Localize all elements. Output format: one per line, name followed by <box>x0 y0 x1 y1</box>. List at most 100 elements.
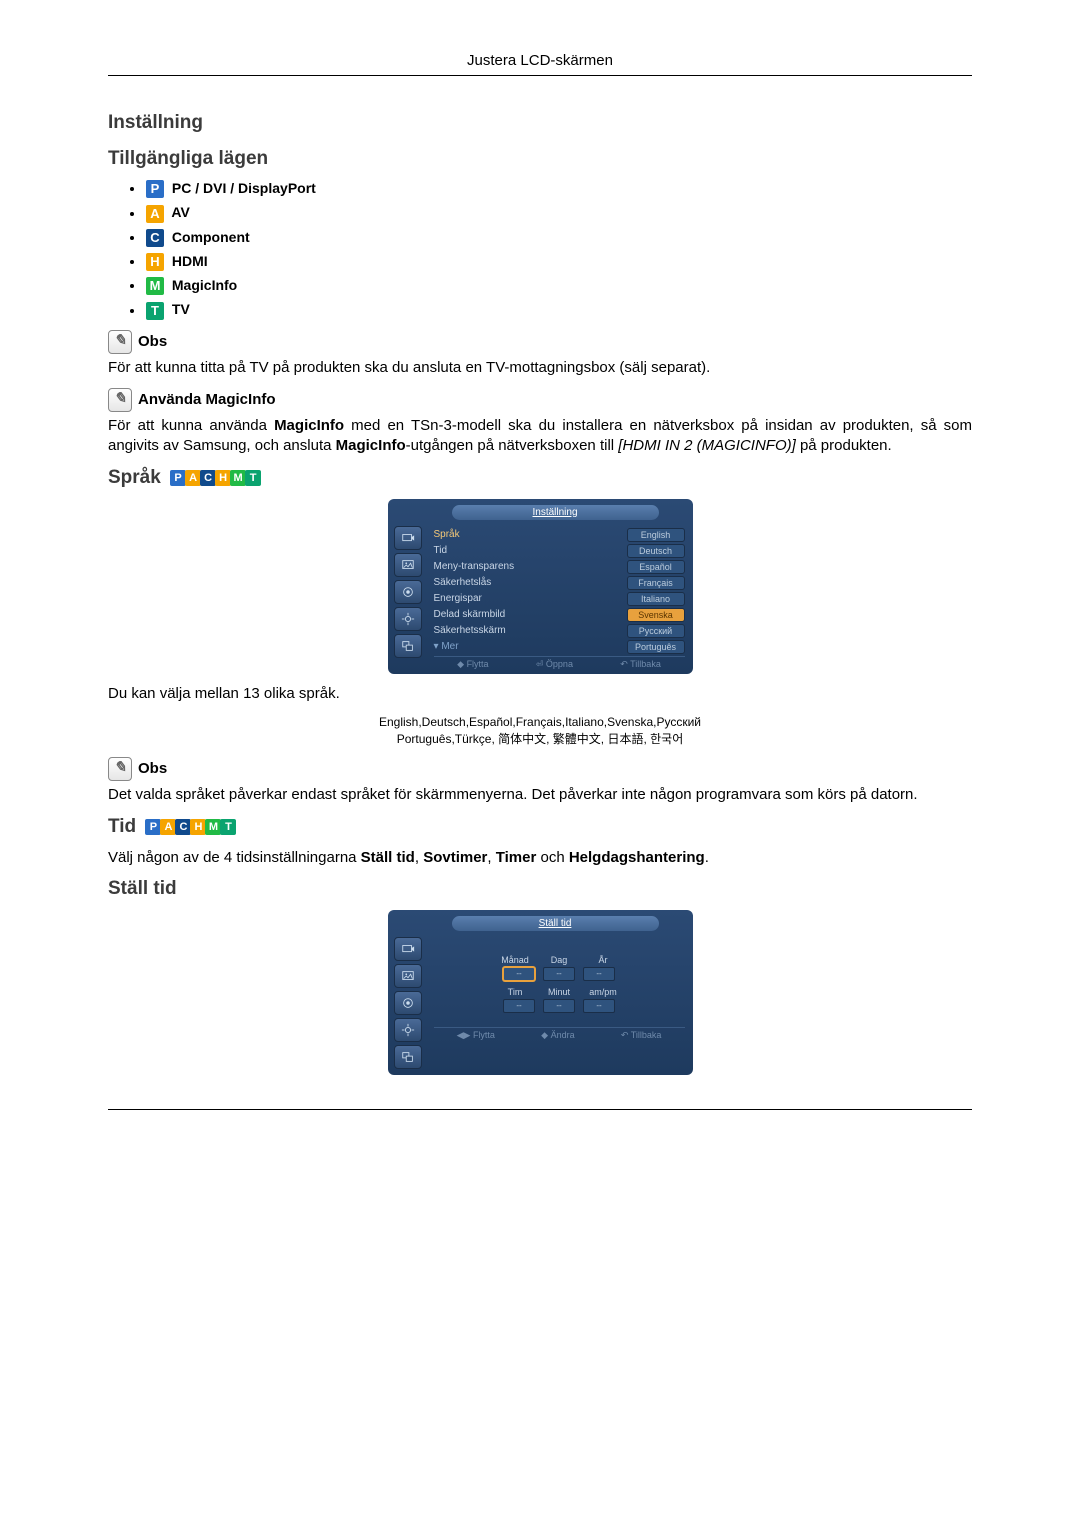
lang-option[interactable]: Português <box>627 640 685 654</box>
input-day[interactable]: -- <box>543 967 575 981</box>
mode-item-av: A AV <box>130 204 972 222</box>
c-icon: C <box>146 229 164 247</box>
label-ampm: am/pm <box>585 987 621 997</box>
label-minute: Minut <box>541 987 577 997</box>
magicinfo-label: Använda MagicInfo <box>138 391 276 408</box>
mode-item-pc: P PC / DVI / DisplayPort <box>130 180 972 198</box>
lang-option[interactable]: Deutsch <box>627 544 685 558</box>
section-tid: Tid PACHMT <box>108 816 972 838</box>
osd-footer: ◆ Flytta ⏎ Öppna ↶ Tillbaka <box>434 656 685 670</box>
m-icon: M <box>230 470 246 486</box>
magicinfo-body: För att kunna använda MagicInfo med en T… <box>108 416 972 457</box>
footer-open: ⏎ Öppna <box>536 659 573 670</box>
label-hour: Tim <box>497 987 533 997</box>
bullet-icon <box>130 260 134 264</box>
footer-rule <box>108 1109 972 1110</box>
lang-list: English,Deutsch,Español,Français,Italian… <box>108 714 972 748</box>
input-ampm[interactable]: -- <box>583 999 615 1013</box>
osd-menu: Språk English Tid Deutsch Meny-transparens… <box>428 524 689 670</box>
mode-label: MagicInfo <box>172 277 237 293</box>
osd-menu-item[interactable]: Delad skärmbild <box>434 609 506 620</box>
input-hour[interactable]: -- <box>503 999 535 1013</box>
obs-label: Obs <box>138 333 167 350</box>
c-icon: C <box>175 819 191 835</box>
mode-label: AV <box>171 204 189 220</box>
note-icon: ✎ <box>108 388 132 412</box>
lang-option[interactable]: Español <box>627 560 685 574</box>
bullet-icon <box>130 236 134 240</box>
label-month: Månad <box>497 955 533 965</box>
mode-strip-icons: PACHMT <box>170 467 260 489</box>
footer-change: ◆ Ändra <box>541 1030 574 1041</box>
h-icon: H <box>190 819 206 835</box>
h-icon: H <box>215 470 231 486</box>
osd-menu-item[interactable]: Säkerhetsskärm <box>434 625 506 636</box>
note-magicinfo: ✎ Använda MagicInfo <box>108 388 972 412</box>
bullet-icon <box>130 284 134 288</box>
note-icon: ✎ <box>108 757 132 781</box>
a-icon: A <box>160 819 176 835</box>
h-icon: H <box>146 253 164 271</box>
side-picture-icon[interactable] <box>394 553 422 577</box>
t-icon: T <box>220 819 236 835</box>
obs1-body: För att kunna titta på TV på produkten s… <box>108 358 972 378</box>
footer-move: ◀▶ Flytta <box>457 1030 495 1041</box>
a-icon: A <box>146 205 164 223</box>
side-multi-icon[interactable] <box>394 1045 422 1069</box>
bullet-icon <box>130 187 134 191</box>
section-modes: Tillgängliga lägen <box>108 148 972 170</box>
p-icon: P <box>170 470 186 486</box>
footer-back: ↶ Tillbaka <box>620 659 661 670</box>
osd-side-icons <box>392 524 428 670</box>
side-setup-icon[interactable] <box>394 1018 422 1042</box>
osd-menu-item[interactable]: Energispar <box>434 593 482 604</box>
m-icon: M <box>205 819 221 835</box>
osd-footer: ◀▶ Flytta ◆ Ändra ↶ Tillbaka <box>434 1027 685 1041</box>
mode-item-magicinfo: M MagicInfo <box>130 277 972 295</box>
osd-stall-tid-panel: Ställ tid Månad Dag År -- -- -- <box>388 910 693 1075</box>
side-picture-icon[interactable] <box>394 964 422 988</box>
osd-more[interactable]: Mer <box>434 641 459 652</box>
c-icon: C <box>200 470 216 486</box>
note-icon: ✎ <box>108 330 132 354</box>
lang-option[interactable]: Italiano <box>627 592 685 606</box>
osd-title: Ställ tid <box>452 916 659 931</box>
lang-option[interactable]: Русский <box>627 624 685 638</box>
note-obs-1: ✎ Obs <box>108 330 972 354</box>
tid-body: Välj någon av de 4 tidsinställningarna S… <box>108 848 972 868</box>
input-month[interactable]: -- <box>503 967 535 981</box>
section-sprak: Språk PACHMT <box>108 467 972 489</box>
osd-menu-item[interactable]: Säkerhetslås <box>434 577 492 588</box>
lang-option[interactable]: English <box>627 528 685 542</box>
lang-option[interactable]: Français <box>627 576 685 590</box>
lang-option-selected[interactable]: Svenska <box>627 608 685 622</box>
osd-clock-set: Månad Dag År -- -- -- Tim Minut am/pm --… <box>428 935 689 1071</box>
label-year: År <box>585 955 621 965</box>
p-icon: P <box>145 819 161 835</box>
side-setup-icon[interactable] <box>394 607 422 631</box>
side-input-icon[interactable] <box>394 937 422 961</box>
input-year[interactable]: -- <box>583 967 615 981</box>
osd-menu-item[interactable]: Språk <box>434 529 460 540</box>
mode-item-component: C Component <box>130 229 972 247</box>
side-sound-icon[interactable] <box>394 991 422 1015</box>
side-sound-icon[interactable] <box>394 580 422 604</box>
section-stall-tid: Ställ tid <box>108 878 972 900</box>
mode-strip-icons: PACHMT <box>145 816 235 838</box>
p-icon: P <box>146 180 164 198</box>
m-icon: M <box>146 277 164 295</box>
page-header: Justera LCD-skärmen <box>108 52 972 76</box>
osd-menu-item[interactable]: Tid <box>434 545 448 556</box>
side-input-icon[interactable] <box>394 526 422 550</box>
note-obs-2: ✎ Obs <box>108 757 972 781</box>
mode-item-hdmi: H HDMI <box>130 253 972 271</box>
obs-label: Obs <box>138 760 167 777</box>
input-minute[interactable]: -- <box>543 999 575 1013</box>
side-multi-icon[interactable] <box>394 634 422 658</box>
section-installning: Inställning <box>108 112 972 134</box>
osd-menu-item[interactable]: Meny-transparens <box>434 561 515 572</box>
sprak-obs-body: Det valda språket påverkar endast språke… <box>108 785 972 805</box>
footer-move: ◆ Flytta <box>457 659 488 670</box>
t-icon: T <box>245 470 261 486</box>
footer-back: ↶ Tillbaka <box>621 1030 662 1041</box>
